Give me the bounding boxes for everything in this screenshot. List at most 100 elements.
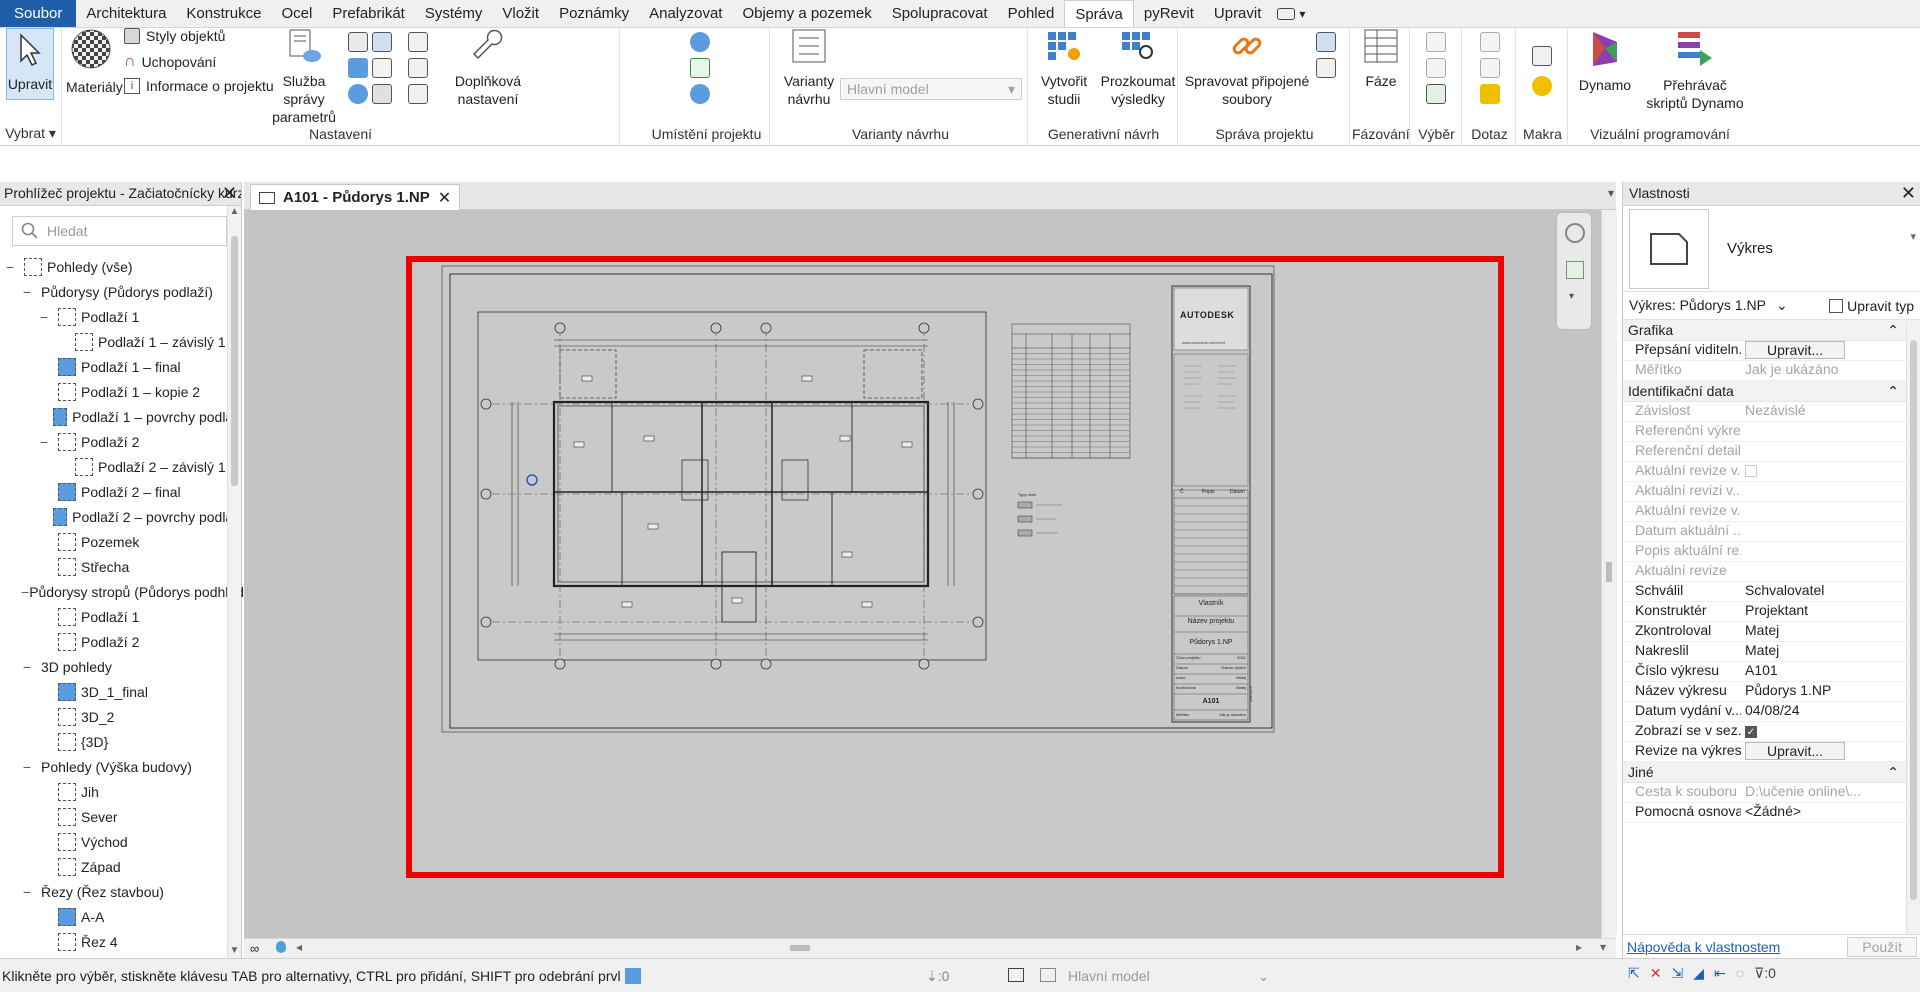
browser-tree-item[interactable]: 3D_2 bbox=[0, 704, 241, 729]
panel-schedule-icon[interactable] bbox=[408, 58, 428, 78]
browser-tree-item[interactable]: Podlaží 1 – povrchy podlah bbox=[0, 404, 241, 429]
structural-settings-icon[interactable] bbox=[372, 84, 392, 104]
select-by-id-icon[interactable] bbox=[1480, 58, 1500, 78]
design-options-status-icon[interactable] bbox=[1040, 968, 1056, 982]
collapse-toggle-icon[interactable]: − bbox=[38, 309, 50, 325]
browser-tree-item[interactable]: Pozemek bbox=[0, 529, 241, 554]
design-option-dropdown[interactable]: Hlavní model ▾ bbox=[840, 78, 1022, 100]
drag-elements-icon[interactable]: ⇤ bbox=[1714, 965, 1726, 982]
project-info-button[interactable]: i Informace o projektu bbox=[124, 78, 274, 94]
panel-title-select[interactable]: Vybrat ▾ bbox=[0, 125, 61, 142]
tab-view[interactable]: Pohled bbox=[998, 0, 1065, 27]
snaps-button[interactable]: ∩ Uchopování bbox=[124, 53, 216, 71]
property-value[interactable]: Matej bbox=[1741, 642, 1920, 661]
browser-scrollbar[interactable]: ▲ ▼ bbox=[227, 206, 241, 958]
active-design-option[interactable]: Hlavní model ⌄ bbox=[1068, 968, 1269, 985]
browser-tree-item[interactable]: − Pohledy (Výška budovy) bbox=[0, 754, 241, 779]
browser-tree-item[interactable]: −3D pohledy bbox=[0, 654, 241, 679]
design-options-button[interactable]: Varianty návrhu bbox=[778, 28, 840, 108]
browser-tree-item[interactable]: Podlaží 1 – final bbox=[0, 354, 241, 379]
zoom-icon[interactable] bbox=[1566, 261, 1584, 279]
browser-tree-item[interactable]: Podlaží 2 – povrchy podlah bbox=[0, 504, 241, 529]
browser-tree-item[interactable]: Západ bbox=[0, 854, 241, 879]
browser-tree-item[interactable]: − Podlaží 1 bbox=[0, 304, 241, 329]
view-scale-icon[interactable]: ∞ bbox=[250, 941, 259, 956]
property-group-header[interactable]: Identifikační data ⌃ bbox=[1623, 381, 1920, 402]
property-value[interactable]: Půdorys 1.NP bbox=[1741, 682, 1920, 701]
properties-help-link[interactable]: Nápověda k vlastnostem bbox=[1627, 939, 1780, 955]
browser-tree-item[interactable]: 3D_1_final bbox=[0, 679, 241, 704]
browser-tree-item[interactable]: Sever bbox=[0, 804, 241, 829]
explore-results-button[interactable]: Prozkoumat výsledky bbox=[1098, 28, 1178, 108]
close-icon[interactable]: ✕ bbox=[222, 183, 237, 204]
mep-settings-icon[interactable] bbox=[408, 32, 428, 52]
collapse-icon[interactable]: ⌃ bbox=[1887, 322, 1899, 338]
collapse-toggle-icon[interactable]: − bbox=[21, 659, 33, 675]
scroll-down-icon[interactable]: ▼ bbox=[228, 945, 241, 956]
starting-view-icon[interactable] bbox=[1316, 58, 1336, 78]
save-selection-icon[interactable] bbox=[1426, 32, 1446, 52]
select-by-face-icon[interactable]: ◢ bbox=[1693, 965, 1704, 982]
collapse-toggle-icon[interactable]: − bbox=[21, 884, 33, 900]
scroll-left-icon[interactable]: ◂ bbox=[296, 940, 302, 954]
steering-wheel-icon[interactable] bbox=[1565, 223, 1585, 243]
collapse-icon[interactable]: ⌃ bbox=[1887, 383, 1899, 399]
browser-tree-item[interactable]: Podlaží 2 bbox=[0, 629, 241, 654]
manage-links-button[interactable]: Spravovat připojené soubory bbox=[1182, 28, 1312, 108]
navigation-bar[interactable]: ▾ bbox=[1556, 212, 1592, 330]
collapse-toggle-icon[interactable]: − bbox=[4, 259, 16, 275]
property-value[interactable]: 04/08/24 bbox=[1741, 702, 1920, 721]
purge-unused-icon[interactable] bbox=[372, 58, 392, 78]
browser-tree-item[interactable]: Střecha bbox=[0, 554, 241, 579]
scroll-right-icon[interactable]: ▸ bbox=[1576, 940, 1582, 954]
select-underlay-icon[interactable]: ✕ bbox=[1650, 965, 1662, 982]
document-tab[interactable]: A101 - Půdorys 1.NP ✕ bbox=[250, 184, 461, 210]
transfer-standards-icon[interactable] bbox=[348, 58, 368, 78]
property-edit-button[interactable]: Upravit... bbox=[1745, 341, 1845, 359]
object-styles-button[interactable]: Styly objektů bbox=[124, 28, 225, 44]
tab-file[interactable]: Soubor bbox=[0, 0, 77, 27]
property-group-header[interactable]: Grafika ⌃ bbox=[1623, 320, 1920, 341]
table-icon[interactable] bbox=[1008, 968, 1024, 982]
property-value[interactable]: Matej bbox=[1741, 622, 1920, 641]
project-units-icon[interactable] bbox=[348, 84, 368, 104]
tab-analyze[interactable]: Analyzovat bbox=[639, 0, 732, 27]
scroll-down-icon[interactable]: ▾ bbox=[1600, 940, 1606, 954]
worksharing-icon[interactable] bbox=[624, 967, 641, 984]
position-icon[interactable] bbox=[690, 84, 710, 104]
horizontal-scroll-thumb[interactable] bbox=[790, 945, 810, 951]
tab-systems[interactable]: Systémy bbox=[415, 0, 493, 27]
browser-tree-item[interactable]: Řez 4 bbox=[0, 929, 241, 954]
edit-type-button[interactable]: Upravit typ bbox=[1829, 298, 1914, 314]
scroll-up-icon[interactable]: ▲ bbox=[228, 206, 241, 217]
apply-button[interactable]: Použít bbox=[1847, 936, 1917, 957]
browser-tree-item[interactable]: A-A bbox=[0, 904, 241, 929]
type-selector[interactable]: Výkres ▾ bbox=[1623, 206, 1920, 292]
tab-structure[interactable]: Konstrukce bbox=[176, 0, 271, 27]
browser-tree-item[interactable]: Podlaží 2 – závislý 1 bbox=[0, 454, 241, 479]
property-value[interactable]: A101 bbox=[1741, 662, 1920, 681]
browser-search[interactable]: Hledat bbox=[12, 216, 227, 246]
materials-button[interactable]: Materiály bbox=[66, 28, 123, 96]
chevron-down-icon[interactable]: ▾ bbox=[1910, 230, 1916, 243]
browser-tree-item[interactable]: − Podlaží 2 bbox=[0, 429, 241, 454]
scroll-thumb[interactable] bbox=[1910, 340, 1917, 900]
phases-button[interactable]: Fáze bbox=[1356, 28, 1406, 90]
parameter-service-button[interactable]: Služba správy parametrů bbox=[262, 28, 346, 126]
edit-selection-icon[interactable] bbox=[1426, 84, 1446, 104]
light-bulb-icon[interactable] bbox=[276, 941, 286, 953]
collapse-toggle-icon[interactable]: − bbox=[21, 584, 29, 600]
chevron-down-icon[interactable]: ▾ bbox=[1569, 291, 1574, 302]
browser-tree-item[interactable]: − Půdorysy (Půdorys podlaží) bbox=[0, 279, 241, 304]
tab-precast[interactable]: Prefabrikát bbox=[322, 0, 415, 27]
browser-tree-item[interactable]: Podlaží 1 – závislý 1 bbox=[0, 329, 241, 354]
close-icon[interactable]: ✕ bbox=[1901, 183, 1916, 204]
search-input[interactable]: Hledat bbox=[47, 223, 87, 239]
create-study-button[interactable]: Vytvořit studii bbox=[1032, 28, 1096, 108]
collapse-toggle-icon[interactable]: − bbox=[38, 434, 50, 450]
macro-security-icon[interactable] bbox=[1532, 76, 1552, 96]
select-links-icon[interactable]: ⇱ bbox=[1628, 965, 1640, 982]
additional-settings-button[interactable]: Doplňková nastavení bbox=[450, 28, 526, 108]
property-value[interactable]: Schvalovatel bbox=[1741, 582, 1920, 601]
manage-images-icon[interactable] bbox=[1316, 32, 1336, 52]
